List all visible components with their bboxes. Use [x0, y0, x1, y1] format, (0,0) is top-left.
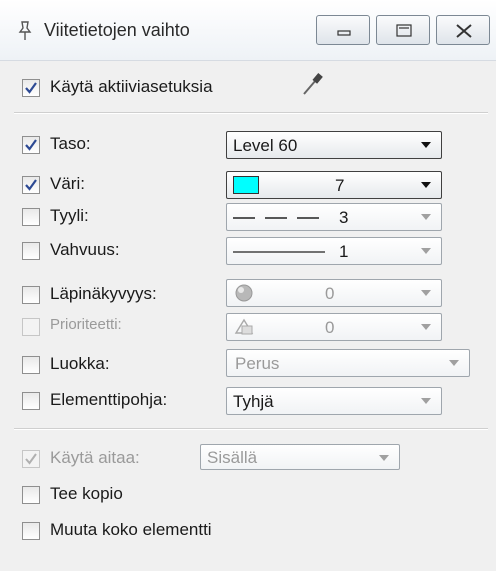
level-dropdown[interactable]: Level 60 [226, 131, 442, 159]
level-value: Level 60 [233, 136, 298, 155]
class-value: Perus [235, 354, 280, 373]
chevron-down-icon [379, 455, 389, 461]
checkmark-icon [25, 179, 37, 191]
transparency-dropdown[interactable]: 0 [226, 279, 442, 307]
eyedropper-icon[interactable] [298, 70, 326, 100]
chevron-down-icon [449, 360, 459, 366]
close-icon [456, 24, 472, 38]
transparency-icon [235, 284, 253, 302]
minimize-button[interactable] [316, 15, 370, 45]
class-checkbox[interactable] [22, 356, 40, 374]
template-label: Elementtipohja: [50, 390, 168, 409]
template-dropdown[interactable]: Tyhjä [226, 387, 442, 415]
priority-label: Prioriteetti: [50, 316, 122, 333]
style-checkbox[interactable] [22, 208, 40, 226]
chevron-down-icon [421, 398, 431, 404]
color-swatch [233, 176, 259, 194]
checkmark-icon [25, 139, 37, 151]
priority-icon [234, 318, 254, 335]
fence-dropdown[interactable]: Sisällä [200, 444, 400, 470]
fence-value: Sisällä [207, 448, 258, 467]
chevron-down-icon [421, 142, 431, 148]
transparency-value: 0 [325, 284, 335, 303]
minimize-icon [337, 30, 351, 36]
chevron-down-icon [421, 182, 431, 188]
chevron-down-icon [421, 324, 431, 330]
priority-dropdown[interactable]: 0 [226, 313, 442, 341]
restore-icon [396, 24, 412, 37]
copy-label: Tee kopio [50, 484, 123, 503]
fence-checkbox[interactable] [22, 450, 40, 468]
template-checkbox[interactable] [22, 392, 40, 410]
checkmark-icon [25, 453, 37, 465]
resize-label: Muuta koko elementti [50, 520, 212, 539]
transparency-label: Läpinäkyvyys: [50, 284, 157, 303]
level-label: Taso: [50, 134, 91, 153]
separator [14, 112, 488, 114]
use-active-checkbox[interactable] [22, 79, 40, 97]
close-button[interactable] [436, 15, 490, 45]
chevron-down-icon [421, 290, 431, 296]
copy-checkbox[interactable] [22, 486, 40, 504]
separator [14, 428, 488, 430]
transparency-checkbox[interactable] [22, 286, 40, 304]
style-dropdown[interactable]: 3 [226, 203, 442, 231]
restore-button[interactable] [376, 15, 430, 45]
level-checkbox[interactable] [22, 136, 40, 154]
color-value: 7 [335, 176, 345, 195]
class-dropdown[interactable]: Perus [226, 349, 470, 377]
weight-dropdown[interactable]: 1 [226, 237, 442, 265]
fence-label: Käytä aitaa: [50, 448, 140, 467]
dashed-line-icon [233, 217, 325, 219]
resize-checkbox[interactable] [22, 522, 40, 540]
color-label: Väri: [50, 174, 85, 193]
weight-label: Vahvuus: [50, 240, 120, 259]
pin-icon [18, 21, 32, 40]
style-value: 3 [339, 208, 349, 227]
weight-value: 1 [339, 242, 349, 261]
use-active-label: Käytä aktiiviasetuksia [50, 77, 213, 96]
class-label: Luokka: [50, 354, 110, 373]
template-value: Tyhjä [233, 392, 274, 411]
checkmark-icon [25, 82, 37, 94]
priority-value: 0 [325, 318, 335, 337]
chevron-down-icon [421, 214, 431, 220]
color-dropdown[interactable]: 7 [226, 171, 442, 199]
window-title: Viitetietojen vaihto [44, 20, 190, 40]
color-checkbox[interactable] [22, 176, 40, 194]
chevron-down-icon [421, 248, 431, 254]
weight-checkbox[interactable] [22, 242, 40, 260]
style-label: Tyyli: [50, 206, 89, 225]
priority-checkbox[interactable] [22, 318, 40, 336]
solid-line-icon [233, 251, 325, 253]
title-bar: Viitetietojen vaihto [0, 0, 496, 61]
